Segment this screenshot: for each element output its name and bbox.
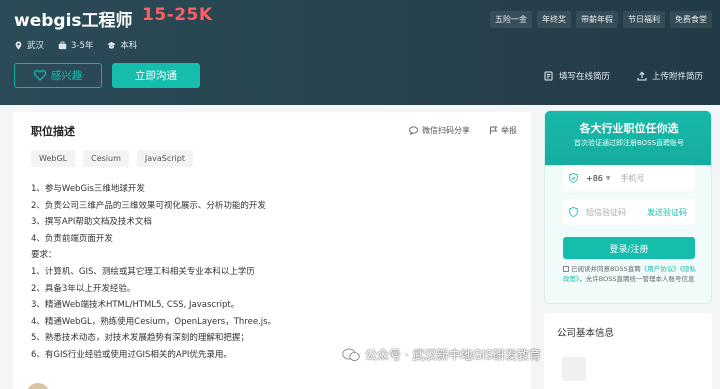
watermark: 公众号 · 武汉新中地GIS研发教育 (342, 346, 541, 363)
upload-resume-label: 上传附件简历 (652, 72, 704, 82)
skill-tags: WebGL Cesium JavaScript (31, 150, 193, 167)
education-text: 本科 (120, 41, 138, 51)
company-info-title: 公司基本信息 (557, 328, 615, 339)
login-register-button[interactable]: 登录/注册 (563, 237, 695, 259)
login-subtitle: 首次验证通过即注册BOSS直聘账号 (573, 139, 685, 147)
description-line: 3、精通Web端技术HTML/HTML5, CSS, Javascript。 (31, 300, 240, 311)
user-agreement-link[interactable]: 《用户协议》 (641, 265, 680, 273)
description-line: 2、具备3年以上开发经验。 (31, 283, 136, 294)
flag-icon (490, 126, 498, 135)
report-label: 举报 (501, 126, 517, 135)
benefit-tag: 五险一金 (490, 11, 532, 28)
login-card: 各大行业职位任你选 首次验证通过即注册BOSS直聘账号 +86 ▼ 手机号 短信… (544, 110, 712, 304)
description-line: 4、精通WebGL，熟练使用Cesium，OpenLayers，Three.js… (31, 316, 277, 327)
wechat-logo-icon (342, 348, 360, 361)
briefcase-icon (58, 40, 67, 49)
description-text: 1、参与WebGis三维地球开发 2、负责公司三维产品的三维效果可视化展示、分析… (31, 181, 521, 364)
upload-icon (637, 71, 647, 81)
interest-label: 感兴趣 (50, 70, 83, 82)
fill-resume-label: 填写在线简历 (559, 72, 611, 82)
salary: 15-25K (142, 5, 213, 25)
benefit-tag: 年终奖 (537, 11, 571, 28)
phone-placeholder: 手机号 (620, 173, 645, 183)
description-line: 1、计算机、GIS、测绘或其它理工科相关专业本科以上学历 (31, 266, 255, 277)
skill-tag: WebGL (31, 150, 76, 167)
benefit-tag: 节日福利 (623, 11, 665, 28)
interest-button[interactable]: 感兴趣 (14, 63, 102, 88)
heart-icon (33, 70, 46, 81)
country-code-select[interactable]: +86 (586, 174, 603, 183)
experience: 3-5年 (58, 39, 93, 51)
fill-resume-link[interactable]: 填写在线简历 (544, 70, 610, 82)
watermark-text: 公众号 · 武汉新中地GIS研发教育 (365, 348, 541, 362)
description-line: 2、负责公司三维产品的三维效果可视化展示、分析功能的开发 (31, 200, 266, 211)
graduation-cap-icon (107, 41, 116, 49)
chat-now-button[interactable]: 立即沟通 (112, 63, 200, 88)
job-header: webgis工程师 15-25K 武汉 3-5年 本科 五险一金 年终奖 带薪年… (0, 0, 720, 105)
login-headline: 各大行业职位任你选 (579, 122, 679, 135)
job-title: webgis工程师 (14, 11, 133, 31)
skill-tag: JavaScript (136, 150, 193, 167)
upload-resume-link[interactable]: 上传附件简历 (637, 70, 703, 82)
experience-text: 3-5年 (71, 41, 94, 51)
description-line: 3、撰写API帮助文档及技术文档 (31, 217, 152, 228)
shield-check-icon (569, 173, 578, 183)
sms-code-input[interactable]: 短信验证码 发送验证码 (563, 199, 695, 225)
description-title: 职位描述 (31, 125, 75, 138)
location-pin-icon (15, 40, 22, 50)
agreement-checkbox[interactable] (563, 266, 569, 272)
education: 本科 (107, 39, 137, 51)
share-label: 微信扫码分享 (422, 126, 470, 135)
location-text: 武汉 (27, 41, 45, 51)
sms-code-placeholder: 短信验证码 (586, 207, 626, 217)
benefit-tag: 带薪年假 (576, 11, 618, 28)
description-line: 4、负责前端页面开发 (31, 233, 113, 244)
chevron-down-icon: ▼ (605, 174, 611, 182)
skill-tag: Cesium (83, 150, 129, 167)
wechat-share-link[interactable]: 微信扫码分享 (409, 125, 470, 136)
location: 武汉 (14, 39, 44, 51)
report-link[interactable]: 举报 (489, 125, 517, 136)
wechat-icon (409, 126, 418, 135)
shield-icon (569, 207, 578, 217)
benefit-tags: 五险一金 年终奖 带薪年假 节日福利 免费食堂 (490, 11, 712, 28)
description-line: 1、参与WebGis三维地球开发 (31, 184, 145, 194)
agreement-prefix: 已阅读并同意BOSS直聘 (571, 265, 641, 273)
phone-input[interactable]: +86 ▼ 手机号 (563, 165, 695, 191)
company-logo[interactable] (562, 357, 586, 381)
description-line: 要求： (31, 250, 57, 261)
company-info-card: 公司基本信息 (544, 313, 712, 389)
description-line: 5、熟悉技术动态，对技术发展趋势有深刻的理解和把握； (31, 333, 249, 344)
send-code-button[interactable]: 发送验证码 (647, 207, 687, 218)
agreement-text: 已阅读并同意BOSS直聘《用户协议》《隐私政策》，允许BOSS直聘统一管理本人账… (563, 265, 701, 284)
resume-edit-icon (544, 71, 553, 81)
agreement-suffix: ，允许BOSS直聘统一管理本人账号信息 (579, 274, 695, 283)
benefit-tag: 免费食堂 (670, 11, 712, 28)
job-meta: 武汉 3-5年 本科 (14, 39, 137, 51)
